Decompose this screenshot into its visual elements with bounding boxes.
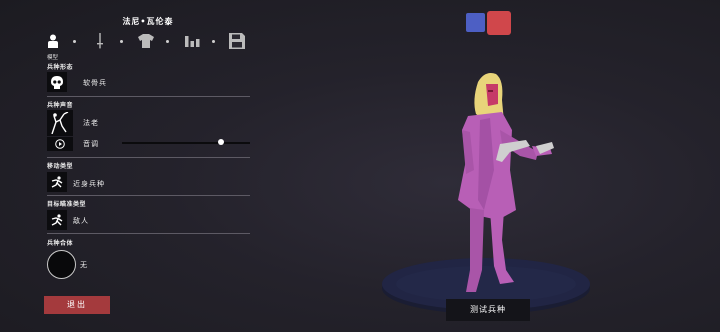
targeting-value: 敌人 — [73, 217, 89, 225]
combine-section-label: 兵种合体 — [47, 240, 74, 247]
combine-value: 无 — [80, 261, 88, 269]
editor-tabs: 模型 — [44, 32, 252, 61]
team-red-swatch[interactable] — [487, 11, 511, 35]
tab-weapon[interactable] — [91, 32, 109, 50]
test-unit-button[interactable]: 测试兵种 — [446, 299, 530, 321]
divider — [47, 195, 250, 196]
pitch-slider-track[interactable] — [122, 142, 250, 144]
voice-figure-icon — [51, 112, 69, 134]
shirt-icon — [138, 34, 154, 48]
tab-separator-dot — [120, 40, 123, 43]
play-voice-button[interactable] — [47, 137, 73, 151]
save-icon — [229, 33, 245, 49]
voice-value: 法老 — [83, 119, 99, 127]
tab-separator-dot — [212, 40, 215, 43]
unit-name-title: 法尼•瓦伦泰 — [122, 17, 174, 26]
movement-section-label: 移动类型 — [47, 163, 74, 170]
person-icon — [48, 34, 58, 48]
tab-stats[interactable] — [183, 32, 201, 50]
divider — [47, 233, 250, 234]
play-icon — [55, 139, 65, 149]
pitch-slider-handle[interactable] — [217, 139, 224, 145]
voice-section-label: 兵种声音 — [47, 102, 74, 109]
form-selector[interactable] — [47, 72, 67, 92]
divider — [47, 96, 250, 97]
voice-selector[interactable] — [47, 110, 73, 136]
tab-model[interactable] — [44, 32, 62, 50]
running-icon — [51, 176, 63, 188]
form-section-label: 兵种形态 — [47, 64, 74, 71]
unit-preview-figure[interactable] — [440, 70, 570, 300]
combine-slot[interactable] — [47, 250, 76, 279]
tab-model-label: 模型 — [47, 55, 59, 61]
tab-armor[interactable] — [137, 32, 155, 50]
skull-icon — [51, 75, 63, 89]
unit-editor-panel: 法尼•瓦伦泰 模型 兵种形态 软骨兵 兵种声音 法老 音调 移动类型 近身兵种 … — [44, 0, 252, 332]
tab-separator-dot — [73, 40, 76, 43]
form-value: 软骨兵 — [83, 79, 107, 87]
targeting-section-label: 目标瞄准类型 — [47, 201, 87, 208]
movement-selector[interactable] — [47, 172, 67, 192]
bar-chart-icon — [184, 36, 199, 47]
sword-icon — [97, 33, 103, 49]
targeting-selector[interactable] — [47, 210, 67, 230]
target-running-icon — [51, 214, 63, 226]
exit-button[interactable]: 退出 — [44, 296, 110, 314]
tab-save[interactable] — [228, 32, 246, 50]
tab-separator-dot — [166, 40, 169, 43]
team-blue-swatch[interactable] — [466, 13, 485, 32]
pitch-label: 音调 — [83, 140, 99, 148]
team-color-selector — [466, 11, 512, 35]
divider — [47, 157, 250, 158]
movement-value: 近身兵种 — [73, 180, 105, 188]
